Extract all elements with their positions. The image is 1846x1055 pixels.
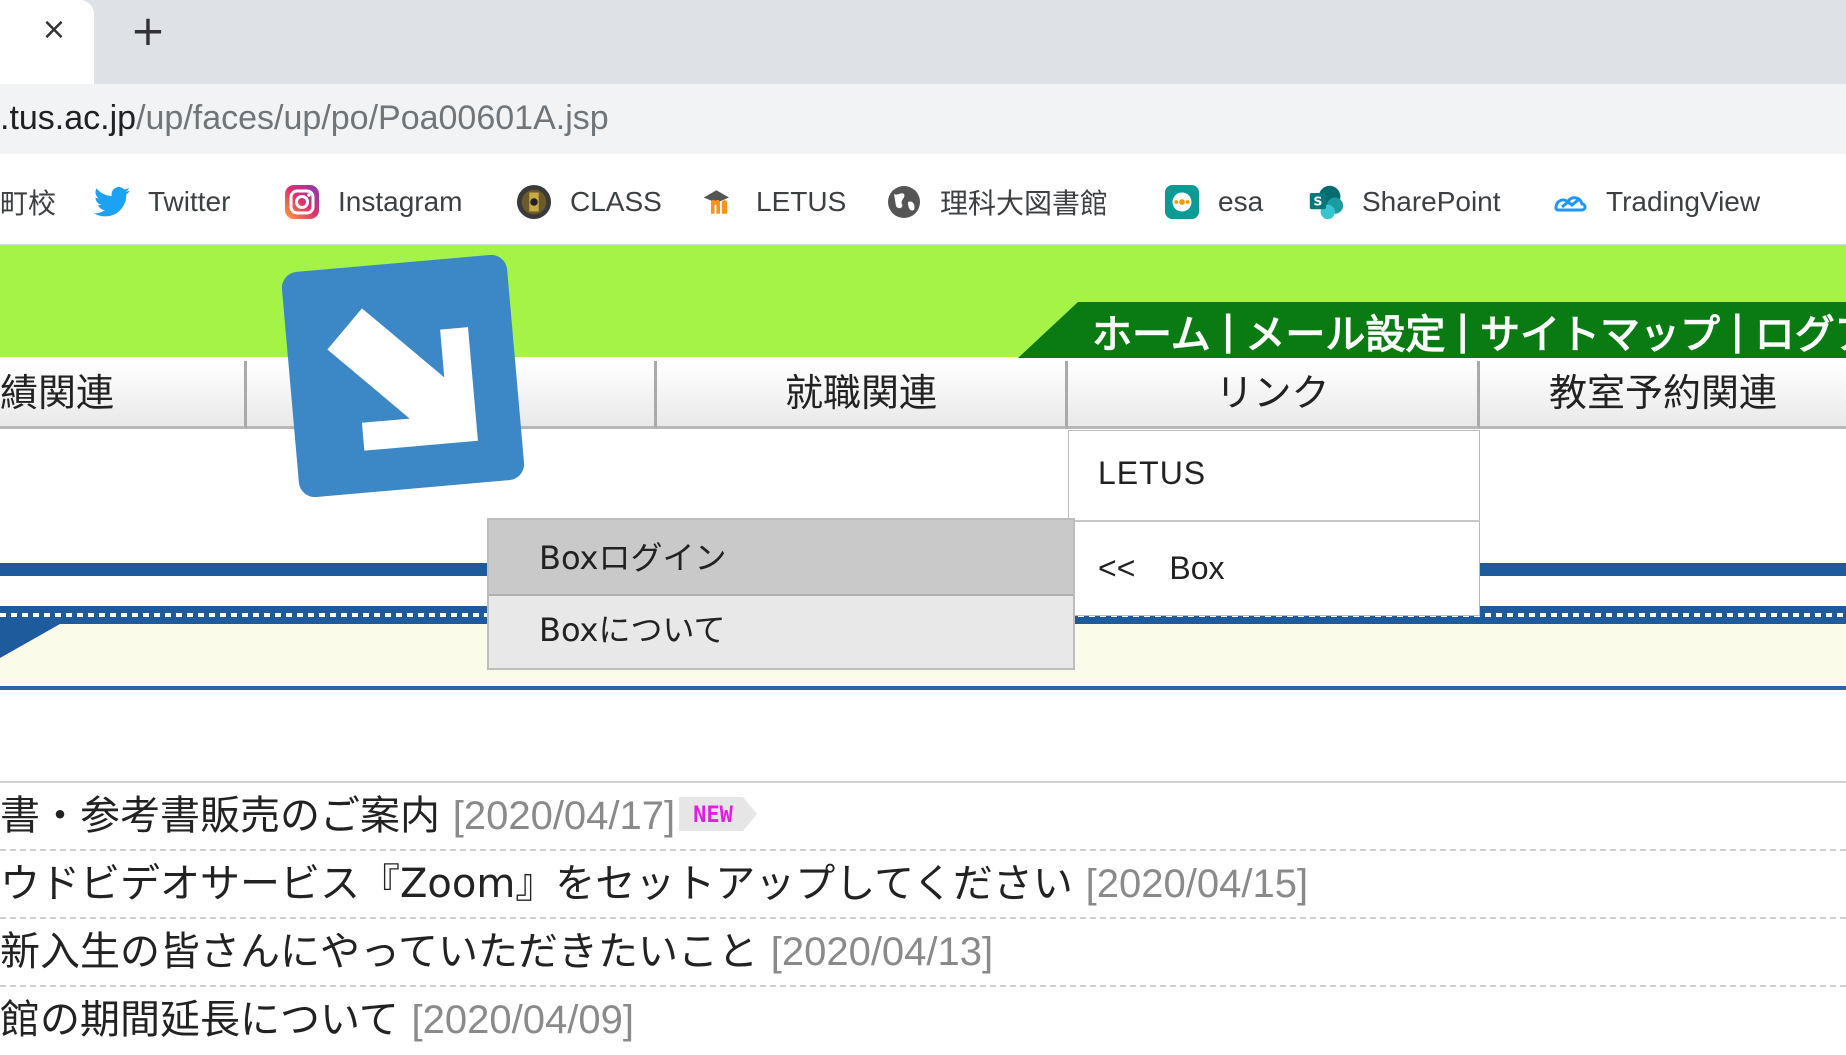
dropdown-item-box-label: Box [1169, 550, 1225, 586]
news-item[interactable]: 新入生の皆さんにやっていただきたいこと [2020/04/13] [0, 919, 1846, 987]
bookmark-label: CLASS [570, 186, 662, 217]
svg-text:S: S [1313, 194, 1322, 209]
top-nav: ホーム | メール設定 | サイトマップ | ログアウ [1092, 304, 1846, 358]
instagram-icon [284, 184, 320, 220]
news-date: [2020/04/09] [411, 998, 634, 1042]
bookmark-label: SharePoint [1362, 186, 1501, 217]
nav-separator: | [1220, 308, 1236, 354]
bookmark-letus[interactable]: LETUS [702, 178, 846, 226]
news-date: [2020/04/13] [770, 930, 994, 974]
globe-icon [886, 184, 922, 220]
close-tab-icon[interactable]: × [36, 12, 72, 48]
class-icon [516, 184, 552, 220]
tradingview-icon [1552, 184, 1588, 220]
twitter-icon [94, 184, 130, 220]
bookmark-partial[interactable]: 町校 [0, 178, 56, 226]
bookmark-tradingview[interactable]: TradingView [1552, 178, 1760, 226]
bookmark-label: LETUS [756, 186, 847, 217]
url-host: .tus.ac.jp [0, 99, 137, 137]
tab-strip [0, 0, 1846, 84]
url-text[interactable]: .tus.ac.jp/up/faces/up/po/Poa00601A.jsp [0, 96, 609, 140]
url-path: /up/faces/up/po/Poa00601A.jsp [136, 99, 609, 137]
bookmark-library[interactable]: 理科大図書館 [886, 178, 1108, 226]
nav-home-link[interactable]: ホーム [1092, 302, 1211, 360]
esa-icon [1164, 184, 1200, 220]
bookmark-label: 町校 [0, 188, 57, 219]
menu-grades[interactable]: 績関連 [0, 361, 247, 429]
sharepoint-icon: S [1308, 184, 1344, 220]
bookmark-class[interactable]: CLASS [516, 178, 662, 226]
menu-links[interactable]: リンク [1068, 361, 1480, 429]
news-date: [2020/04/17] [452, 794, 676, 838]
news-date: [2020/04/15] [1085, 862, 1309, 906]
bookmark-sharepoint[interactable]: S SharePoint [1308, 178, 1501, 226]
new-tab-button[interactable]: + [126, 10, 170, 54]
nav-separator: | [1455, 308, 1471, 354]
nav-sitemap-link[interactable]: サイトマップ [1480, 302, 1720, 360]
bookmark-twitter[interactable]: Twitter [94, 178, 230, 226]
moodle-icon [702, 184, 738, 220]
bookmark-label: 理科大図書館 [940, 188, 1109, 219]
nav-separator: | [1730, 308, 1745, 354]
bookmark-instagram[interactable]: Instagram [284, 178, 463, 226]
news-item[interactable]: ウドビデオサービス『Zoom』をセットアップしてください [2020/04/15… [0, 851, 1846, 919]
dropdown-item-box[interactable]: << Box [1068, 522, 1480, 616]
arrow-down-right-icon [281, 254, 525, 498]
news-item[interactable]: 書・参考書販売のご案内 [2020/04/17] NEW [0, 783, 1846, 851]
bookmark-label: esa [1218, 186, 1264, 217]
menu-room-reservation[interactable]: 教室予約関連 [1480, 361, 1846, 429]
news-title: 書・参考書販売のご案内 [0, 793, 453, 839]
bookmark-label: Instagram [338, 186, 463, 217]
submenu-arrow: << [1098, 550, 1136, 586]
news-item[interactable]: 館の期間延長について [2020/04/09] [0, 987, 1846, 1055]
news-title: 新入生の皆さんにやっていただきたいこと [0, 929, 771, 975]
nav-mail-settings-link[interactable]: メール設定 [1245, 302, 1445, 360]
bookmark-esa[interactable]: esa [1164, 178, 1263, 226]
bookmark-label: TradingView [1606, 186, 1761, 217]
news-title: 館の期間延長について [0, 997, 412, 1043]
news-title: ウドビデオサービス『Zoom』をセットアップしてください [0, 861, 1086, 907]
new-badge-text: NEW [693, 803, 733, 828]
submenu-item-box-login[interactable]: Boxログイン [489, 520, 1073, 596]
bookmark-label: Twitter [148, 186, 231, 217]
menu-career[interactable]: 就職関連 [657, 361, 1068, 429]
dropdown-item-letus[interactable]: LETUS [1068, 430, 1480, 522]
submenu-item-about-box[interactable]: Boxについて [489, 596, 1073, 668]
new-badge: NEW [679, 785, 759, 851]
nav-logout-link[interactable]: ログアウ [1755, 302, 1846, 360]
